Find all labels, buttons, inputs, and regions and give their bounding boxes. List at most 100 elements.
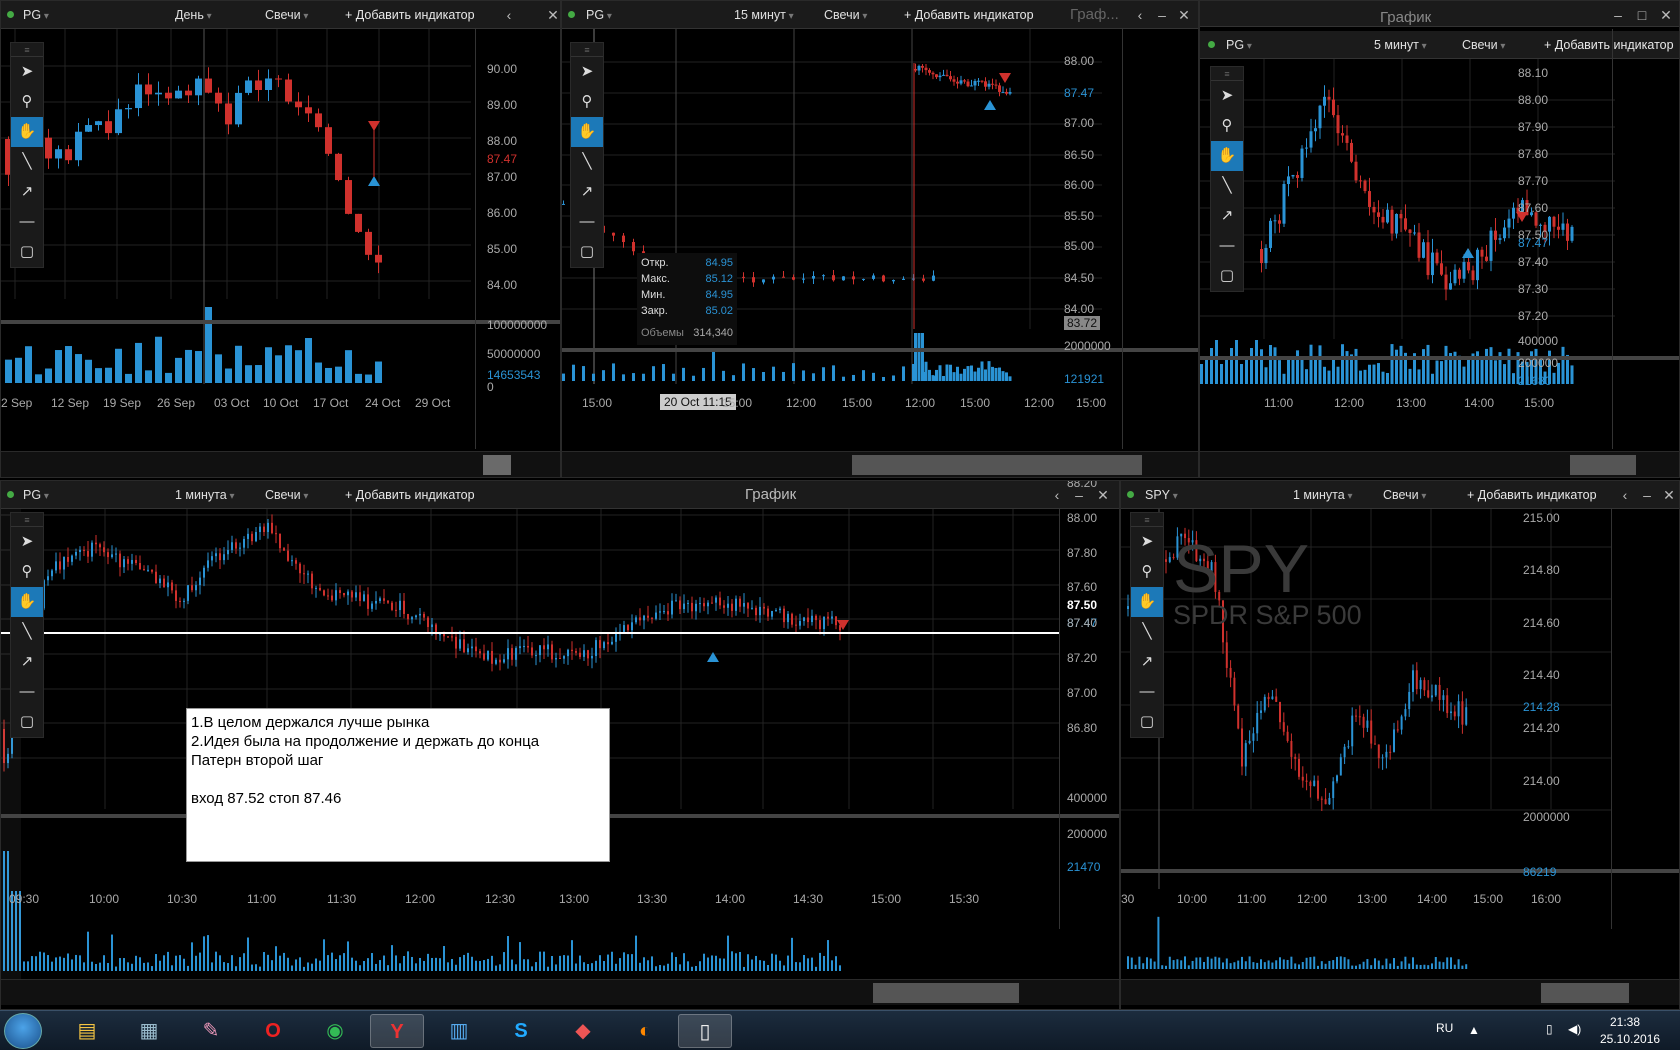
timeframe-select[interactable]: 1 минута xyxy=(1293,481,1353,509)
buy-marker-icon[interactable] xyxy=(984,100,996,110)
arrow-icon[interactable]: ↗ xyxy=(11,647,43,677)
toolbar-grip-icon[interactable]: ≡ xyxy=(1131,513,1163,527)
pointer-icon[interactable]: ➤ xyxy=(1211,81,1243,111)
navigator[interactable] xyxy=(1,979,1119,1005)
zoom-icon[interactable]: ⚲ xyxy=(1211,111,1243,141)
clock-date[interactable]: 25.10.2016 xyxy=(1600,1032,1660,1046)
close-icon[interactable]: ✕ xyxy=(545,1,560,29)
collapse-left-icon[interactable]: ‹ xyxy=(1132,1,1148,29)
pane-divider[interactable] xyxy=(1200,356,1679,360)
add-indicator-button[interactable]: + Добавить индикатор xyxy=(345,1,475,29)
hline-icon[interactable]: — xyxy=(1131,677,1163,707)
hline-icon[interactable]: — xyxy=(571,207,603,237)
sell-marker-icon[interactable] xyxy=(837,620,849,630)
line-icon[interactable]: ╲ xyxy=(11,617,43,647)
close-icon[interactable]: ✕ xyxy=(1176,1,1192,29)
hand-icon[interactable]: ✋ xyxy=(11,117,43,147)
price-chart[interactable] xyxy=(1,29,471,449)
zoom-icon[interactable]: ⚲ xyxy=(571,87,603,117)
hand-icon[interactable]: ✋ xyxy=(11,587,43,617)
add-indicator-button[interactable]: + Добавить индикатор xyxy=(345,481,475,509)
minimize-icon[interactable]: – xyxy=(1610,1,1626,29)
timeframe-select[interactable]: 5 минут xyxy=(1374,31,1427,59)
navigator[interactable] xyxy=(562,451,1198,477)
collapse-left-icon[interactable]: ‹ xyxy=(1049,481,1065,509)
language-indicator[interactable]: RU xyxy=(1436,1021,1453,1035)
buy-marker-icon[interactable] xyxy=(368,176,380,186)
chart-type-select[interactable]: Свечи xyxy=(265,1,308,29)
skype-icon[interactable]: S xyxy=(494,1014,548,1048)
chart-type-select[interactable]: Свечи xyxy=(1383,481,1426,509)
symbol-select[interactable]: PG xyxy=(23,1,49,29)
calculator-icon[interactable]: ▦ xyxy=(122,1014,176,1048)
symbol-select[interactable]: SPY xyxy=(1145,481,1178,509)
navigator-window[interactable] xyxy=(483,455,511,475)
hline-icon[interactable]: — xyxy=(11,677,43,707)
line-icon[interactable]: ╲ xyxy=(1211,171,1243,201)
hand-icon[interactable]: ✋ xyxy=(571,117,603,147)
collapse-left-icon[interactable]: ‹ xyxy=(1617,481,1633,509)
timeframe-select[interactable]: День xyxy=(175,1,212,29)
rect-icon[interactable]: ▢ xyxy=(571,237,603,267)
symbol-select[interactable]: PG xyxy=(23,481,49,509)
navigator[interactable] xyxy=(1,451,560,477)
pane-divider[interactable] xyxy=(1,320,560,324)
chrome-icon[interactable]: ◉ xyxy=(308,1014,362,1048)
timeframe-select[interactable]: 1 минута xyxy=(175,481,235,509)
add-indicator-button[interactable]: + Добавить индикатор xyxy=(904,1,1034,29)
toolbar-grip-icon[interactable]: ≡ xyxy=(571,43,603,57)
collapse-left-icon[interactable]: ‹ xyxy=(501,1,517,29)
paint-icon[interactable]: ✎ xyxy=(184,1014,238,1048)
trade-note[interactable]: 1.В целом держался лучше рынка 2.Идея бы… xyxy=(186,708,610,862)
trading-app-icon[interactable]: ▥ xyxy=(432,1014,486,1048)
line-icon[interactable]: ╲ xyxy=(11,147,43,177)
minimize-icon[interactable]: – xyxy=(1639,481,1655,509)
pointer-icon[interactable]: ➤ xyxy=(1131,527,1163,557)
hline-icon[interactable]: — xyxy=(11,207,43,237)
symbol-select[interactable]: PG xyxy=(1226,31,1252,59)
add-indicator-button[interactable]: + Добавить индикатор xyxy=(1467,481,1597,509)
pointer-icon[interactable]: ➤ xyxy=(11,57,43,87)
arrow-icon[interactable]: ↗ xyxy=(1131,647,1163,677)
start-button[interactable] xyxy=(4,1013,42,1049)
chart-type-select[interactable]: Свечи xyxy=(265,481,308,509)
toolbar-grip-icon[interactable]: ≡ xyxy=(11,43,43,57)
navigator-window[interactable] xyxy=(1541,983,1629,1003)
hand-icon[interactable]: ✋ xyxy=(1131,587,1163,617)
maximize-icon[interactable]: □ xyxy=(1634,1,1650,29)
hline-icon[interactable]: — xyxy=(1211,231,1243,261)
add-indicator-button[interactable]: + Добавить индикатор xyxy=(1544,31,1674,59)
hand-icon[interactable]: ✋ xyxy=(1211,141,1243,171)
zoom-icon[interactable]: ⚲ xyxy=(11,557,43,587)
arrow-icon[interactable]: ↗ xyxy=(1211,201,1243,231)
terminal-app-icon[interactable]: ◆ xyxy=(556,1014,610,1048)
pointer-icon[interactable]: ➤ xyxy=(11,527,43,557)
pointer-icon[interactable]: ➤ xyxy=(571,57,603,87)
rect-icon[interactable]: ▢ xyxy=(1211,261,1243,291)
firefox-icon[interactable]: ◐ xyxy=(618,1014,672,1048)
zoom-icon[interactable]: ⚲ xyxy=(1131,557,1163,587)
timeframe-select[interactable]: 15 минут xyxy=(734,1,794,29)
price-chart[interactable] xyxy=(1200,59,1615,449)
price-chart[interactable] xyxy=(562,29,1130,449)
close-icon[interactable]: ✕ xyxy=(1658,1,1674,29)
navigator[interactable] xyxy=(1200,451,1679,477)
line-icon[interactable]: ╲ xyxy=(571,147,603,177)
navigator-window[interactable] xyxy=(873,983,1019,1003)
document-app-icon[interactable]: ▯ xyxy=(678,1014,732,1048)
chart-type-select[interactable]: Свечи xyxy=(824,1,867,29)
arrow-icon[interactable]: ↗ xyxy=(571,177,603,207)
toolbar-grip-icon[interactable]: ≡ xyxy=(1211,67,1243,81)
volume-icon[interactable]: ◀) xyxy=(1568,1022,1581,1036)
close-icon[interactable]: ✕ xyxy=(1661,481,1677,509)
explorer-icon[interactable]: ▤ xyxy=(60,1014,114,1048)
rect-icon[interactable]: ▢ xyxy=(11,707,43,737)
network-icon[interactable]: ▯ xyxy=(1546,1022,1553,1036)
pane-divider[interactable] xyxy=(1121,869,1679,873)
close-icon[interactable]: ✕ xyxy=(1095,481,1111,509)
navigator-window[interactable] xyxy=(852,455,1142,475)
line-icon[interactable]: ╲ xyxy=(1131,617,1163,647)
buy-marker-icon[interactable] xyxy=(1462,248,1474,258)
rect-icon[interactable]: ▢ xyxy=(11,237,43,267)
arrow-icon[interactable]: ↗ xyxy=(11,177,43,207)
